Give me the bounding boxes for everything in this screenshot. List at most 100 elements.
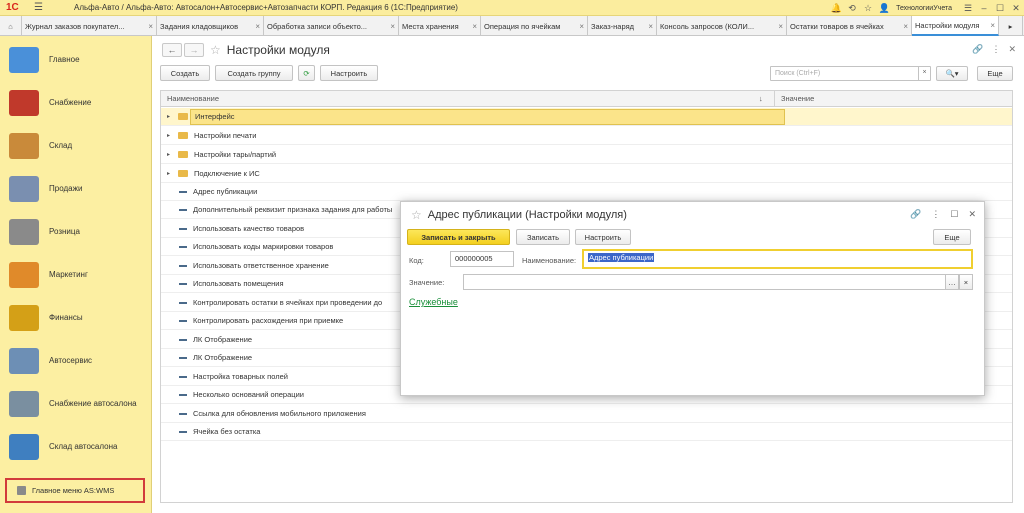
create-group-button[interactable]: Создать группу <box>215 65 293 81</box>
link-icon[interactable]: 🔗 <box>972 44 983 55</box>
code-field[interactable]: 000000005 <box>450 251 514 267</box>
maximize-icon[interactable]: ☐ <box>950 209 958 220</box>
bell-icon[interactable]: 🔔 <box>828 3 844 14</box>
tab-query-console[interactable]: Консоль запросов (КОЛИ... × <box>657 16 787 36</box>
more-actions-icon[interactable]: ⋮ <box>991 44 1000 55</box>
app-logo: 1С <box>6 1 19 13</box>
tab-close-icon[interactable]: × <box>255 22 260 31</box>
table-row[interactable]: Ячейка без остатка <box>161 423 1012 441</box>
tab-label: Обработка записи объекто... <box>267 21 368 31</box>
table-row[interactable]: Адрес публикации <box>161 183 1012 201</box>
save-and-close-button[interactable]: Записать и закрыть <box>407 229 510 245</box>
sidebar-item-warehouse[interactable]: Склад <box>0 124 152 167</box>
row-label: Использовать помещения <box>193 279 284 288</box>
tab-module-settings[interactable]: Настройки модуля × <box>912 16 999 36</box>
sidebar-item-retail[interactable]: Розница <box>0 210 152 253</box>
sidebar-item-sales[interactable]: Продажи <box>0 167 152 210</box>
create-button[interactable]: Создать <box>160 65 210 81</box>
expand-arrow-icon[interactable]: ▸ <box>167 151 177 158</box>
tab-object-processing[interactable]: Обработка записи объекто... × <box>264 16 399 36</box>
tab-close-icon[interactable]: × <box>778 22 783 31</box>
sidebar-item-dealer-warehouse[interactable]: Склад автосалона <box>0 425 152 468</box>
minimize-icon[interactable]: – <box>976 3 992 13</box>
more-actions-icon[interactable]: ⋮ <box>931 209 940 220</box>
search-input[interactable]: Поиск (Ctrl+F) × <box>770 66 931 81</box>
clear-field-icon[interactable]: × <box>959 274 973 290</box>
table-row[interactable]: ▸ Настройки тары/партий <box>161 146 1012 164</box>
save-button[interactable]: Записать <box>516 229 570 245</box>
tab-storage-places[interactable]: Места хранения × <box>399 16 481 36</box>
sidebar-item-label: Главное меню AS:WMS <box>32 486 115 495</box>
name-field[interactable]: Адрес публикации <box>582 249 973 269</box>
tab-label: Настройки модуля <box>915 20 980 30</box>
row-label: Использовать коды маркировки товаров <box>193 242 334 251</box>
tab-work-order[interactable]: Заказ-наряд × <box>588 16 657 36</box>
table-row[interactable]: ▸ Интерфейс <box>161 108 1012 126</box>
link-icon[interactable]: 🔗 <box>910 209 921 220</box>
expand-arrow-icon[interactable]: ▸ <box>167 132 177 139</box>
tab-orders-journal[interactable]: Журнал заказов покупател... × <box>22 16 157 36</box>
item-dash-icon <box>179 319 187 322</box>
sidebar-item-label: Автосервис <box>49 356 93 365</box>
table-row[interactable]: ▸ Подключение к ИС <box>161 165 1012 183</box>
sidebar-item-label: Склад <box>49 141 73 150</box>
close-form-icon[interactable]: ✕ <box>1008 44 1016 55</box>
select-ellipsis-icon[interactable]: … <box>945 274 959 290</box>
value-field[interactable] <box>463 274 973 290</box>
sidebar-item-wms-main-menu[interactable]: Главное меню AS:WMS <box>5 478 145 503</box>
sidebar-item-supply[interactable]: Снабжение <box>0 81 152 124</box>
close-icon[interactable]: ✕ <box>1008 3 1024 14</box>
history-icon[interactable]: ⟲ <box>844 3 860 14</box>
tab-close-icon[interactable]: × <box>472 22 477 31</box>
table-row[interactable]: ▸ Настройки печати <box>161 127 1012 145</box>
tab-cell-stock[interactable]: Остатки товаров в ячейках × <box>787 16 912 36</box>
star-icon[interactable]: ☆ <box>860 3 876 14</box>
sidebar-item-main[interactable]: Главное <box>0 38 152 81</box>
clear-search-icon[interactable]: × <box>918 66 930 81</box>
configure-button[interactable]: Настроить <box>320 65 378 81</box>
tab-cell-operation[interactable]: Операция по ячейкам × <box>481 16 588 36</box>
warehouse-icon <box>9 433 39 460</box>
configure-button[interactable]: Настроить <box>575 229 631 245</box>
sidebar-item-autoservice[interactable]: Автосервис <box>0 339 152 382</box>
search-options-icon[interactable]: 🔍▾ <box>936 66 968 81</box>
column-header-name[interactable]: Наименование <box>167 94 219 103</box>
service-link[interactable]: Служебные <box>409 297 458 307</box>
tab-close-icon[interactable]: × <box>579 22 584 31</box>
tab-storekeeper-tasks[interactable]: Задания кладовщиков × <box>157 16 264 36</box>
tab-close-icon[interactable]: × <box>648 22 653 31</box>
favorite-star-icon[interactable]: ☆ <box>210 43 221 57</box>
column-header-value[interactable]: Значение <box>781 94 814 103</box>
table-row[interactable]: Ссылка для обновления мобильного приложе… <box>161 405 1012 423</box>
sidebar-item-finance[interactable]: Финансы <box>0 296 152 339</box>
more-button[interactable]: Еще <box>933 229 971 245</box>
main-menu-icon[interactable]: ☰ <box>34 1 48 15</box>
close-icon[interactable]: ✕ <box>968 209 976 220</box>
sidebar-item-label: Финансы <box>49 313 83 322</box>
forward-arrow-icon[interactable]: → <box>184 43 204 57</box>
settings-menu-icon[interactable]: ☰ <box>960 3 976 14</box>
refresh-icon[interactable]: ⟳ <box>298 65 315 81</box>
code-label: Код: <box>409 256 424 265</box>
favorite-star-icon[interactable]: ☆ <box>411 208 422 222</box>
name-field-value: Адрес публикации <box>588 253 655 262</box>
user-name[interactable]: ТехнологииУчета <box>896 5 952 12</box>
tab-home-icon[interactable]: ⌂ <box>0 16 22 36</box>
sidebar-item-dealer-supply[interactable]: Снабжение автосалона <box>0 382 152 425</box>
sidebar-item-marketing[interactable]: Маркетинг <box>0 253 152 296</box>
maximize-icon[interactable]: ☐ <box>992 3 1008 14</box>
sidebar-item-label: Розница <box>49 227 80 236</box>
tab-close-icon[interactable]: × <box>903 22 908 31</box>
tabs-more-icon[interactable]: ▸ <box>999 16 1023 36</box>
tab-close-icon[interactable]: × <box>390 22 395 31</box>
item-dash-icon <box>179 282 187 285</box>
user-icon[interactable]: 👤 <box>876 3 892 14</box>
expand-arrow-icon[interactable]: ▸ <box>167 170 177 177</box>
boxes-icon <box>9 132 39 159</box>
marketing-icon <box>9 261 39 288</box>
back-arrow-icon[interactable]: ← <box>162 43 182 57</box>
more-button[interactable]: Еще <box>977 66 1013 81</box>
tab-close-icon[interactable]: × <box>990 21 995 30</box>
expand-arrow-icon[interactable]: ▸ <box>167 113 177 120</box>
tab-close-icon[interactable]: × <box>148 22 153 31</box>
